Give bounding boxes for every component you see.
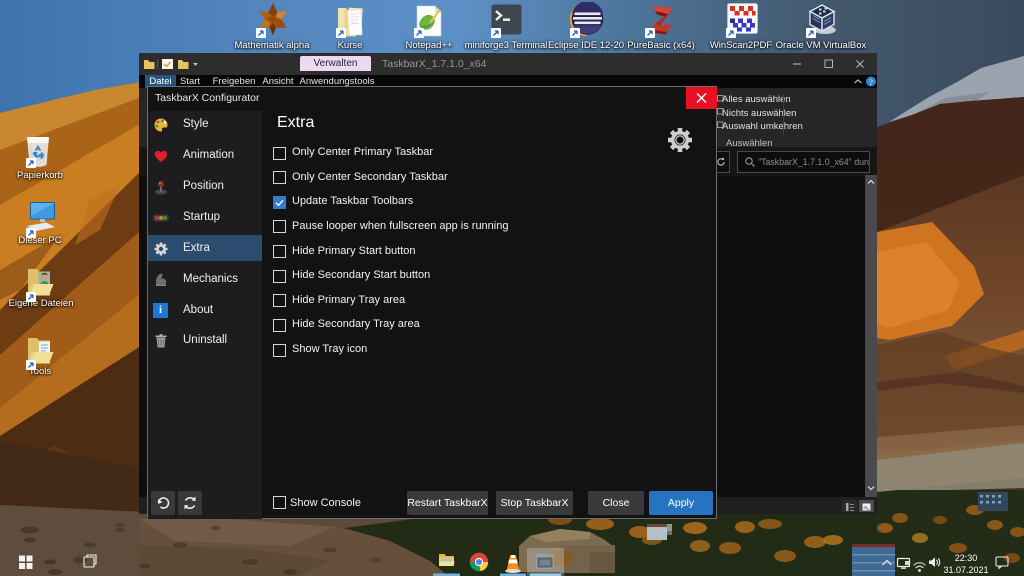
svg-text:?: ? [869,77,873,87]
